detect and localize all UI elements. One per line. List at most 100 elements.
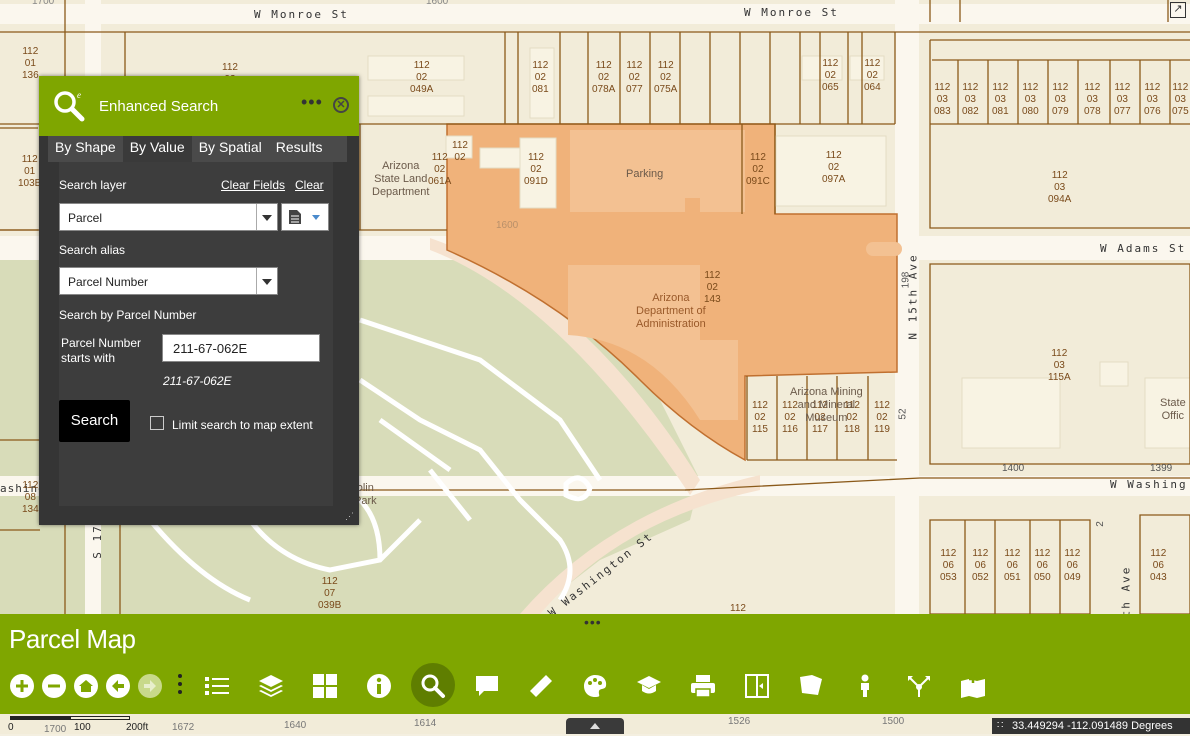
parcel-label: 112 03 076 xyxy=(1144,82,1161,117)
search-layer-value: Parcel xyxy=(68,211,103,225)
enhanced-search-icon[interactable] xyxy=(418,671,448,701)
street-view-icon[interactable] xyxy=(850,671,880,701)
enhanced-search-panel: e Enhanced Search ••• ✕ By Shape By Valu… xyxy=(39,76,359,525)
search-layer-select[interactable]: Parcel xyxy=(59,203,278,231)
back-arrow-icon[interactable] xyxy=(106,674,130,698)
swipe-compare-icon[interactable] xyxy=(742,671,772,701)
home-icon[interactable] xyxy=(74,674,98,698)
parcel-label: 112 02 xyxy=(452,140,468,163)
layer-options-button[interactable] xyxy=(281,203,329,231)
parcel-label: 112 02 091D xyxy=(524,152,548,187)
more-tools-icon[interactable] xyxy=(178,674,182,698)
search-button[interactable]: Search xyxy=(59,400,130,442)
parcel-label: 112 03 082 xyxy=(962,82,979,117)
limit-extent-checkbox[interactable] xyxy=(150,416,164,430)
education-icon[interactable] xyxy=(634,671,664,701)
parcel-label: 112 01 136 xyxy=(22,46,39,81)
scale-label: 0 xyxy=(8,722,14,733)
limit-extent-label: Limit search to map extent xyxy=(172,418,313,432)
document-icon xyxy=(289,210,301,224)
search-alias-value: Parcel Number xyxy=(68,275,149,289)
expand-map-icon[interactable]: ↗ xyxy=(1170,2,1186,18)
street-label: W Monroe St xyxy=(744,6,839,19)
coordinate-toggle-button[interactable] xyxy=(566,718,624,734)
search-alias-select[interactable]: Parcel Number xyxy=(59,267,278,295)
parcel-label: 112 02 081 xyxy=(532,60,549,95)
search-panel-header[interactable]: e Enhanced Search ••• ✕ xyxy=(39,76,359,136)
scale-label: 100 xyxy=(74,722,91,733)
identify-info-icon[interactable] xyxy=(364,671,394,701)
place-label: Arizona Mining and Mineral Museum xyxy=(790,386,863,424)
zoom-in-icon[interactable] xyxy=(10,674,34,698)
address-number: 1500 xyxy=(882,716,905,727)
parcel-label: 112 03 080 xyxy=(1022,82,1039,117)
scale-bar: 0 100 200ft xyxy=(8,716,148,734)
more-options-icon[interactable]: ••• xyxy=(301,92,323,113)
chevron-down-icon xyxy=(256,204,277,230)
parcel-label: 112 02 143 xyxy=(704,270,721,305)
parcel-label: 112 06 050 xyxy=(1034,548,1051,583)
clear-fields-link[interactable]: Clear Fields xyxy=(221,178,285,192)
scale-label: 200ft xyxy=(126,722,149,733)
layers-icon[interactable] xyxy=(256,671,286,701)
street-label: N 15th Ave xyxy=(906,253,920,340)
search-layer-label: Search layer xyxy=(59,178,127,192)
parcel-label: 112 03 075 xyxy=(1172,82,1189,117)
measure-ruler-icon[interactable] xyxy=(526,671,556,701)
address-number: 1700 xyxy=(32,0,55,7)
address-number: 1640 xyxy=(284,720,307,731)
close-icon[interactable]: ✕ xyxy=(333,97,349,113)
parcel-label: 112 06 052 xyxy=(972,548,989,583)
parcel-label: 112 02 097A xyxy=(822,150,846,185)
address-number: 2 xyxy=(1094,521,1106,527)
address-number: 1672 xyxy=(172,722,195,733)
street-label: W Adams St xyxy=(1100,242,1187,255)
parcel-label: 112 02 091C xyxy=(746,152,770,187)
address-number: 52 xyxy=(897,408,909,420)
tab-by-spatial[interactable]: By Spatial xyxy=(192,136,269,162)
parcel-label: 112 03 094A xyxy=(1048,170,1072,205)
address-number: 1614 xyxy=(414,718,437,729)
clear-link[interactable]: Clear xyxy=(295,178,324,192)
coordinate-text: 33.449294 -112.091489 Degrees xyxy=(1012,720,1173,732)
comment-icon[interactable] xyxy=(472,671,502,701)
parcel-label: 112 03 077 xyxy=(1114,82,1131,117)
street-label: th Ave xyxy=(1119,565,1133,618)
parcel-label: 112 03 078 xyxy=(1084,82,1101,117)
parcel-label: 112 02 078A xyxy=(592,60,616,95)
tab-by-shape[interactable]: By Shape xyxy=(48,136,123,162)
zoom-out-icon[interactable] xyxy=(42,674,66,698)
tab-by-value[interactable]: By Value xyxy=(122,136,192,162)
tab-results[interactable]: Results xyxy=(269,136,330,162)
place-label: Parking xyxy=(626,168,664,180)
address-number: 1400 xyxy=(1002,463,1025,474)
search-alias-label: Search alias xyxy=(59,243,126,257)
print-icon[interactable] xyxy=(688,671,718,701)
street-label: W Monroe St xyxy=(254,8,349,21)
resize-handle-icon[interactable]: ⋰ xyxy=(345,511,355,521)
place-label: Arizona State Land Department xyxy=(372,160,430,198)
share-icon[interactable] xyxy=(904,671,934,701)
panel-handle[interactable]: ••• xyxy=(584,614,602,630)
address-number: 1399 xyxy=(1150,463,1173,474)
parcel-label: 112 03 115A xyxy=(1048,348,1071,383)
legend-icon[interactable] xyxy=(202,671,232,701)
bookmark-icon[interactable] xyxy=(796,671,826,701)
field-label: Parcel Number xyxy=(61,336,142,350)
address-number: 1600 xyxy=(426,0,449,7)
parcel-label: 112 02 049A xyxy=(410,60,434,95)
parcel-label: 112 02 077 xyxy=(626,60,643,95)
add-data-icon[interactable] xyxy=(958,671,988,701)
bottom-toolbar: ••• Parcel Map xyxy=(0,614,1190,714)
parcel-label: 112 06 051 xyxy=(1004,548,1021,583)
forward-arrow-icon[interactable] xyxy=(138,674,162,698)
draw-palette-icon[interactable] xyxy=(580,671,610,701)
address-number: 1600 xyxy=(496,220,519,231)
search-tabs: By Shape By Value By Spatial Results xyxy=(48,136,347,162)
parcel-label: 112 02 119 xyxy=(874,400,890,435)
parcel-number-input[interactable] xyxy=(162,334,320,362)
basemap-gallery-icon[interactable] xyxy=(310,671,340,701)
crosshair-icon: ∷ xyxy=(997,720,1004,731)
field-operator-label: starts with xyxy=(61,351,116,365)
address-number: 1526 xyxy=(728,716,751,727)
